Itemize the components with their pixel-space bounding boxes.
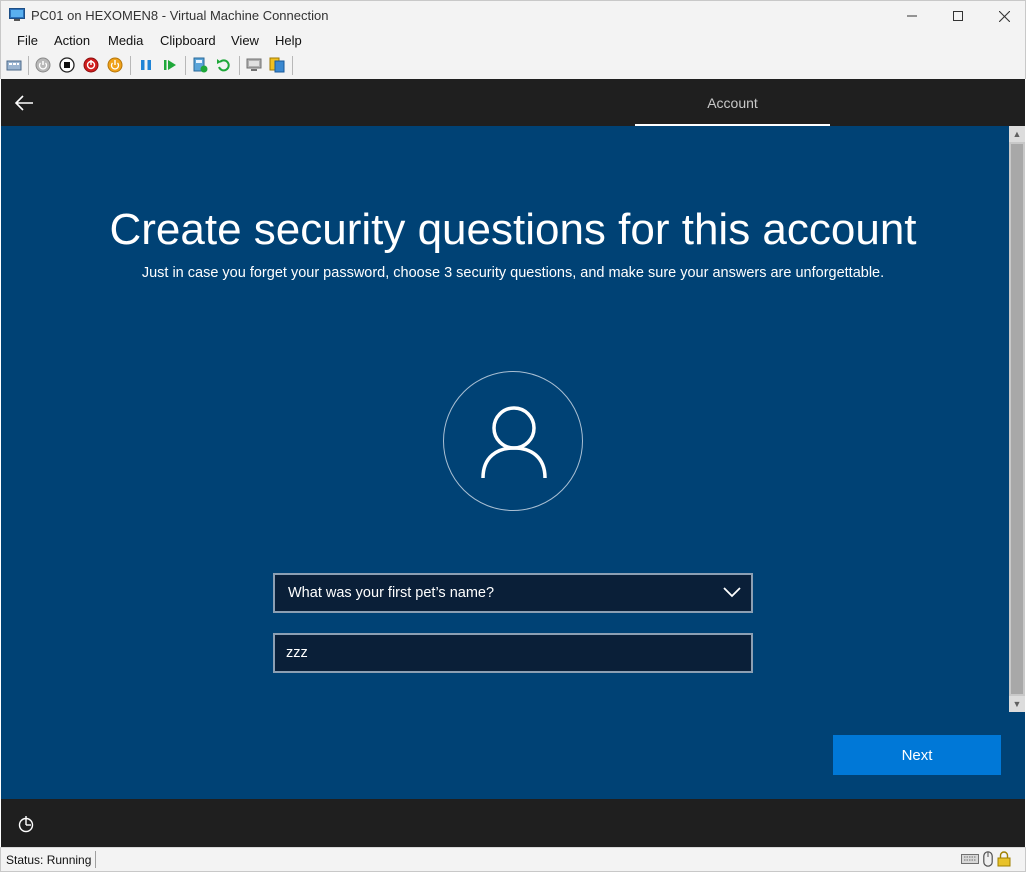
menu-file[interactable]: File: [17, 33, 38, 48]
revert-icon[interactable]: [216, 57, 232, 73]
minimize-button[interactable]: [889, 1, 935, 31]
avatar: [443, 371, 583, 511]
window-title: PC01 on HEXOMEN8 - Virtual Machine Conne…: [31, 8, 329, 23]
save-icon[interactable]: [107, 57, 123, 73]
scroll-down-icon[interactable]: ▼: [1009, 696, 1025, 712]
maximize-button[interactable]: [935, 1, 981, 31]
tab-account-label: Account: [707, 95, 758, 111]
menu-action[interactable]: Action: [54, 33, 90, 48]
enhanced-session-icon[interactable]: [246, 57, 262, 73]
next-button[interactable]: Next: [833, 735, 1001, 775]
menu-bar: File Action Media Clipboard View Help: [0, 30, 1026, 52]
menu-view[interactable]: View: [231, 33, 259, 48]
shut-down-icon[interactable]: [83, 57, 99, 73]
status-bar: Status: Running: [0, 847, 1026, 872]
turn-off-icon[interactable]: [59, 57, 75, 73]
close-icon: [998, 10, 1010, 22]
share-icon[interactable]: [269, 57, 285, 73]
scroll-up-icon[interactable]: ▲: [1009, 126, 1025, 142]
menu-media[interactable]: Media: [108, 33, 143, 48]
chevron-down-icon: [723, 587, 741, 598]
close-button[interactable]: [981, 1, 1026, 31]
keyboard-icon: [961, 854, 979, 864]
start-icon[interactable]: [35, 57, 51, 73]
minimize-icon: [907, 15, 917, 17]
status-text: Status: Running: [6, 853, 92, 867]
user-icon: [481, 406, 547, 479]
security-answer-input[interactable]: [273, 633, 753, 673]
ctrl-alt-del-icon[interactable]: [6, 57, 22, 73]
guest-screen: Account ▲ ▼ Create security questions fo…: [1, 79, 1025, 847]
lock-icon: [997, 851, 1011, 867]
security-question-dropdown[interactable]: What was your first pet’s name?: [273, 573, 753, 613]
tab-account: Account: [635, 79, 830, 126]
tab-underline: [635, 124, 830, 126]
back-arrow-icon[interactable]: [13, 92, 35, 114]
toolbar: [0, 52, 1026, 79]
pause-icon[interactable]: [138, 57, 154, 73]
menu-clipboard[interactable]: Clipboard: [160, 33, 216, 48]
page-subtitle: Just in case you forget your password, c…: [141, 265, 885, 281]
maximize-icon: [953, 11, 963, 21]
accessibility-icon[interactable]: [17, 815, 35, 833]
security-question-value: What was your first pet’s name?: [288, 585, 495, 601]
vm-connection-icon: [9, 8, 25, 21]
oobe-footer: [1, 799, 1025, 847]
resume-icon[interactable]: [162, 57, 178, 73]
title-bar: PC01 on HEXOMEN8 - Virtual Machine Conne…: [0, 0, 1026, 30]
checkpoint-icon[interactable]: [192, 57, 208, 73]
menu-help[interactable]: Help: [275, 33, 302, 48]
page-title: Create security questions for this accou…: [109, 205, 917, 254]
mouse-icon: [983, 851, 993, 867]
oobe-header: Account: [1, 79, 1025, 126]
